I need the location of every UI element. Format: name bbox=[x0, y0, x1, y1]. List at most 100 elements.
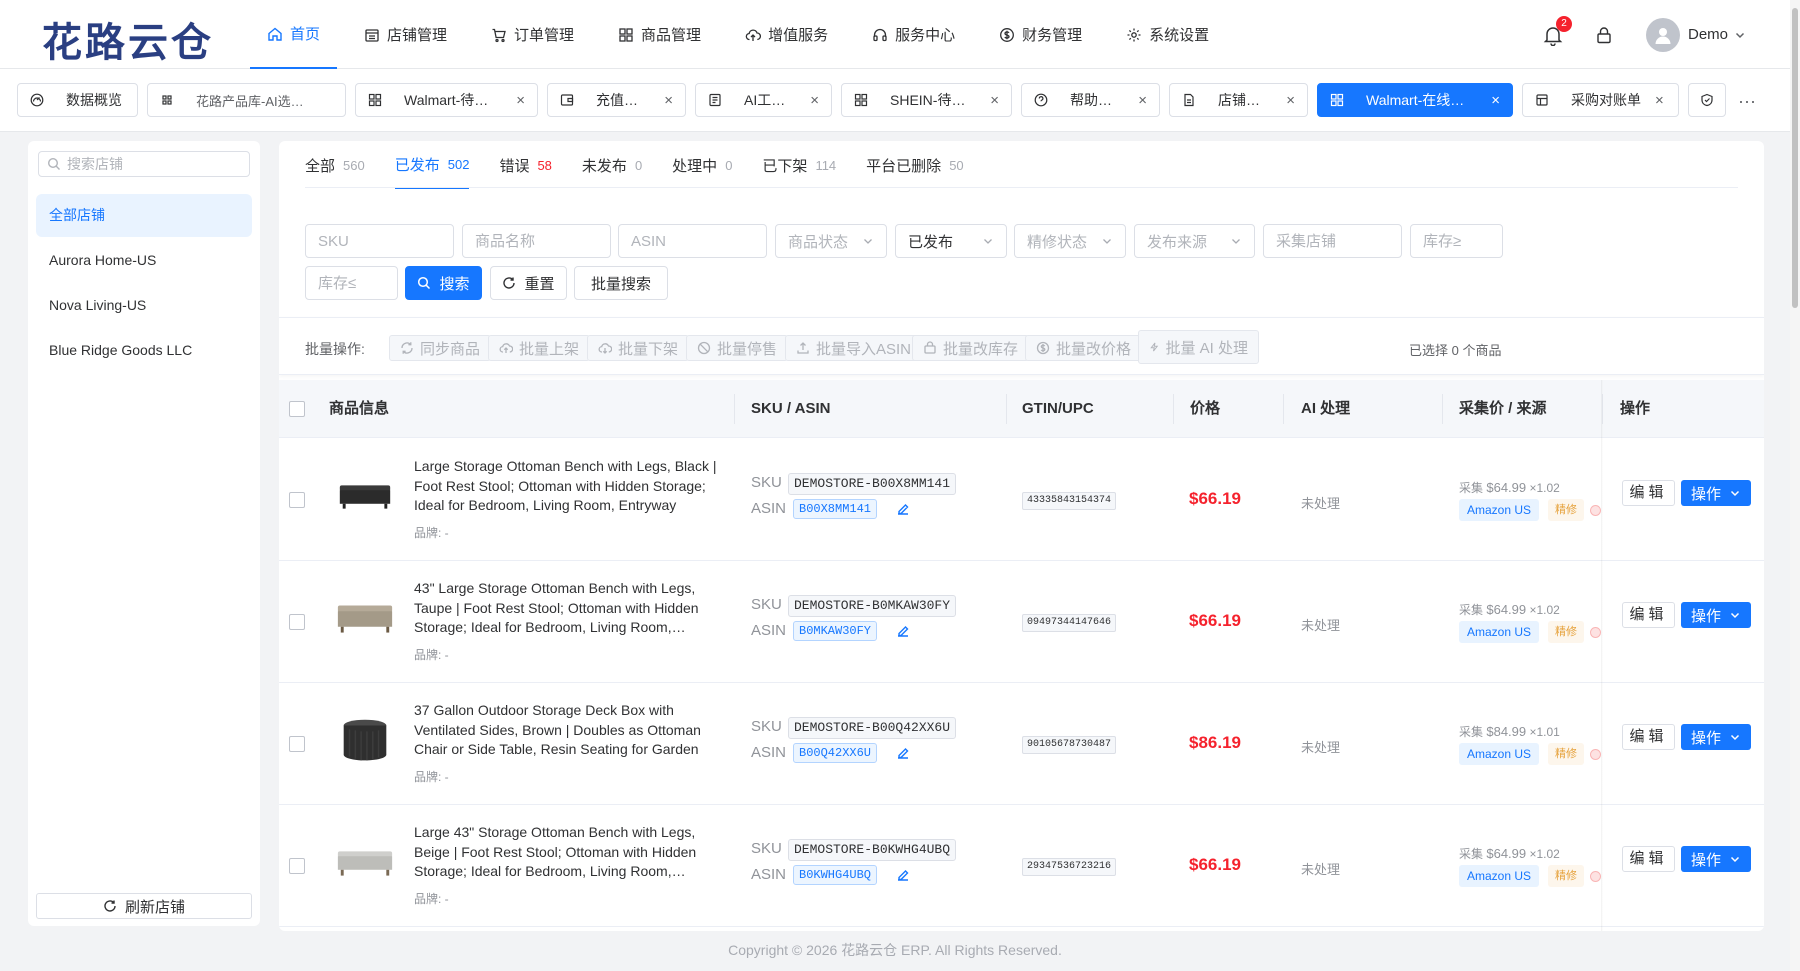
status-tab-unpublished[interactable]: 未发布 0 bbox=[582, 141, 642, 189]
row-checkbox[interactable] bbox=[289, 736, 305, 752]
product-title[interactable]: 43" Large Storage Ottoman Bench with Leg… bbox=[414, 579, 724, 638]
sku-filter[interactable] bbox=[305, 224, 454, 258]
store-item[interactable]: Blue Ridge Goods LLC bbox=[36, 329, 252, 372]
status-tab-delisted[interactable]: 已下架 114 bbox=[762, 141, 836, 189]
refine-status-select[interactable]: 精修状态 bbox=[1014, 224, 1126, 258]
batch-delist-button[interactable]: 批量下架 bbox=[587, 335, 690, 361]
asin-link[interactable]: B00X8MM141 bbox=[793, 499, 878, 519]
row-checkbox[interactable] bbox=[289, 614, 305, 630]
close-icon[interactable]: × bbox=[516, 92, 525, 109]
collect-store-filter[interactable] bbox=[1263, 224, 1402, 258]
tab-data-overview[interactable]: 数据概览 bbox=[17, 83, 138, 117]
user-name[interactable]: Demo bbox=[1688, 26, 1728, 43]
operate-dropdown-button[interactable]: 操作 bbox=[1681, 846, 1751, 872]
close-icon[interactable]: × bbox=[810, 92, 819, 109]
store-item-all[interactable]: 全部店铺 bbox=[36, 194, 252, 237]
product-title[interactable]: Large Storage Ottoman Bench with Legs, B… bbox=[414, 457, 724, 516]
edit-pencil-icon[interactable] bbox=[896, 624, 910, 638]
close-icon[interactable]: × bbox=[1286, 92, 1295, 109]
store-item[interactable]: Nova Living-US bbox=[36, 284, 252, 327]
tab-product-library[interactable]: 花路产品库-AI选… bbox=[147, 83, 346, 117]
nav-store-management[interactable]: 店铺管理 bbox=[347, 0, 464, 69]
scrollbar-thumb[interactable] bbox=[1792, 8, 1798, 308]
batch-import-asin-button[interactable]: 批量导入ASIN bbox=[785, 335, 923, 361]
asin-link[interactable]: B0MKAW30FY bbox=[793, 621, 878, 641]
avatar[interactable] bbox=[1645, 17, 1680, 52]
nav-value-added-services[interactable]: 增值服务 bbox=[728, 0, 845, 69]
select-all-checkbox[interactable] bbox=[289, 401, 305, 417]
store-search[interactable] bbox=[38, 151, 250, 177]
nav-order-management[interactable]: 订单管理 bbox=[474, 0, 591, 69]
collect-store-input[interactable] bbox=[1276, 232, 1389, 250]
page-scrollbar[interactable] bbox=[1790, 0, 1800, 971]
stock-min-input[interactable] bbox=[1423, 232, 1490, 250]
close-icon[interactable]: × bbox=[990, 92, 999, 109]
status-tab-platform-deleted[interactable]: 平台已删除 50 bbox=[866, 141, 963, 189]
product-title[interactable]: 37 Gallon Outdoor Storage Deck Box with … bbox=[414, 701, 724, 760]
batch-edit-price-button[interactable]: 批量改价格 bbox=[1025, 335, 1143, 361]
asin-filter[interactable] bbox=[618, 224, 767, 258]
sync-products-button[interactable]: 同步商品 bbox=[389, 335, 492, 361]
lock-icon[interactable] bbox=[1594, 25, 1614, 45]
batch-ai-process-button[interactable]: 批量 AI 处理 bbox=[1138, 330, 1259, 364]
tab-purchase-statement[interactable]: 采购对账单 × bbox=[1522, 83, 1679, 117]
publish-status-select[interactable]: 已发布 bbox=[895, 224, 1007, 258]
tab-ai-workbench[interactable]: AI工作台 × bbox=[695, 83, 832, 117]
product-image[interactable] bbox=[333, 709, 397, 773]
close-icon[interactable]: × bbox=[1491, 92, 1500, 109]
batch-stop-selling-button[interactable]: 批量停售 bbox=[686, 335, 789, 361]
tab-store-orders[interactable]: 店铺订单 × bbox=[1169, 83, 1308, 117]
edit-pencil-icon[interactable] bbox=[896, 868, 910, 882]
operate-dropdown-button[interactable]: 操作 bbox=[1681, 480, 1751, 506]
status-tab-published[interactable]: 已发布 502 bbox=[394, 141, 470, 189]
row-checkbox[interactable] bbox=[289, 858, 305, 874]
app-logo[interactable]: 花路云仓 bbox=[42, 10, 214, 68]
status-tab-processing[interactable]: 处理中 0 bbox=[672, 141, 732, 189]
notification-bell[interactable]: 2 bbox=[1542, 15, 1572, 46]
batch-search-button[interactable]: 批量搜索 bbox=[574, 266, 668, 300]
sku-input[interactable] bbox=[318, 232, 441, 250]
tab-recharge-center[interactable]: 充值中心 × bbox=[547, 83, 686, 117]
nav-system-settings[interactable]: 系统设置 bbox=[1109, 0, 1226, 69]
row-checkbox[interactable] bbox=[289, 492, 305, 508]
product-title[interactable]: Large 43" Storage Ottoman Bench with Leg… bbox=[414, 823, 724, 882]
edit-pencil-icon[interactable] bbox=[896, 746, 910, 760]
publish-source-select[interactable]: 发布来源 bbox=[1134, 224, 1255, 258]
stock-max-input[interactable] bbox=[318, 274, 385, 292]
store-search-input[interactable] bbox=[67, 156, 237, 172]
tab-help-center[interactable]: 帮助中心 × bbox=[1021, 83, 1160, 117]
asin-link[interactable]: B00Q42XX6U bbox=[793, 743, 878, 763]
product-name-input[interactable] bbox=[475, 232, 598, 250]
product-image[interactable] bbox=[333, 465, 397, 529]
product-image[interactable] bbox=[333, 587, 397, 651]
close-icon[interactable]: × bbox=[664, 92, 673, 109]
tab-walmart-pending[interactable]: Walmart-待发布 × bbox=[355, 83, 538, 117]
product-status-select[interactable]: 商品状态 bbox=[775, 224, 887, 258]
batch-edit-stock-button[interactable]: 批量改库存 bbox=[912, 335, 1030, 361]
edit-button[interactable]: 编辑 bbox=[1622, 846, 1675, 872]
edit-button[interactable]: 编辑 bbox=[1622, 602, 1675, 628]
close-icon[interactable]: × bbox=[1655, 92, 1664, 109]
asin-link[interactable]: B0KWHG4UBQ bbox=[793, 865, 878, 885]
reset-button[interactable]: 重置 bbox=[490, 266, 567, 300]
edit-button[interactable]: 编辑 bbox=[1622, 480, 1675, 506]
store-item[interactable]: Aurora Home-US bbox=[36, 239, 252, 282]
chevron-down-icon[interactable] bbox=[1734, 29, 1746, 41]
tabs-more-icon[interactable]: ··· bbox=[1738, 91, 1756, 112]
product-image[interactable] bbox=[333, 831, 397, 895]
asin-input[interactable] bbox=[631, 232, 754, 250]
edit-button[interactable]: 编辑 bbox=[1622, 724, 1675, 750]
status-tab-all[interactable]: 全部 560 bbox=[305, 141, 365, 189]
tab-shein-pricing[interactable]: SHEIN-待核价 × bbox=[841, 83, 1012, 117]
nav-service-center[interactable]: 服务中心 bbox=[855, 0, 972, 69]
stock-max-filter[interactable] bbox=[305, 266, 398, 300]
product-name-filter[interactable] bbox=[462, 224, 611, 258]
tab-walmart-online-products[interactable]: Walmart-在线产品 × bbox=[1317, 83, 1513, 117]
tab-security[interactable] bbox=[1688, 83, 1726, 117]
batch-list-button[interactable]: 批量上架 bbox=[488, 335, 591, 361]
nav-home[interactable]: 首页 bbox=[250, 0, 338, 69]
search-button[interactable]: 搜索 bbox=[405, 266, 482, 300]
refresh-stores-button[interactable]: 刷新店铺 bbox=[36, 893, 252, 919]
edit-pencil-icon[interactable] bbox=[896, 502, 910, 516]
nav-finance-management[interactable]: 财务管理 bbox=[982, 0, 1099, 69]
